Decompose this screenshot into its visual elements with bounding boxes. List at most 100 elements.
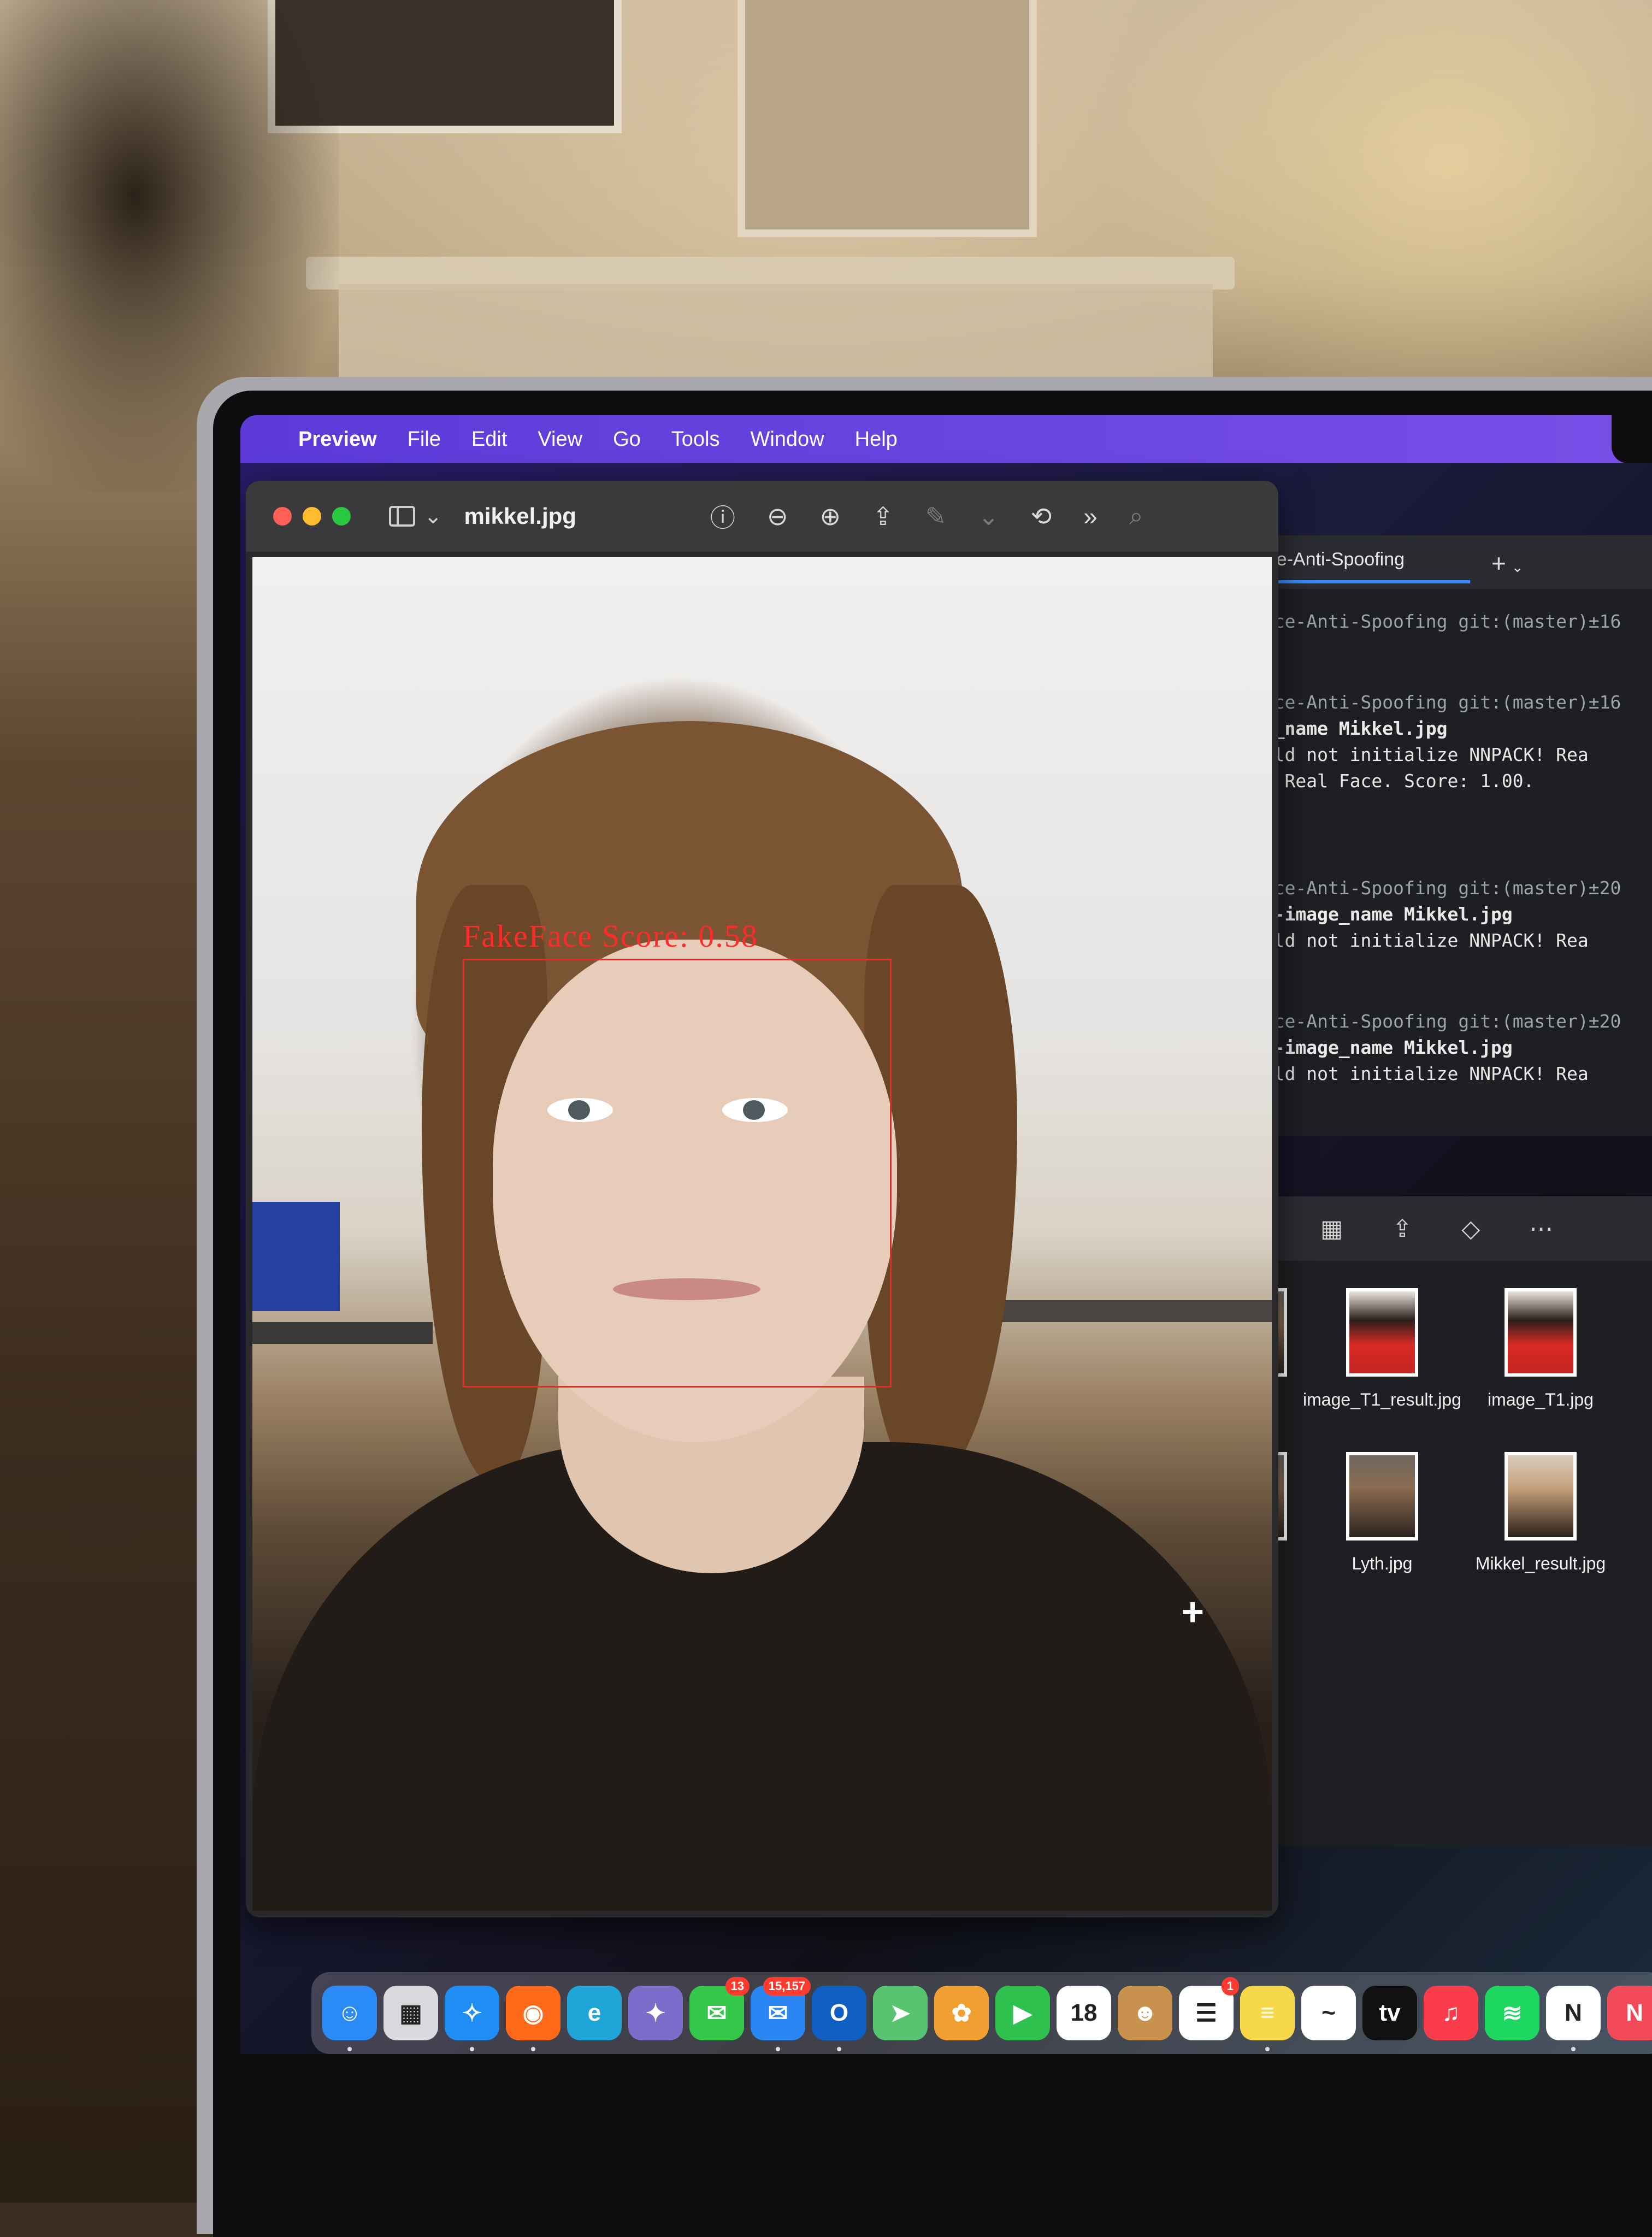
- zoom-button[interactable]: [332, 507, 351, 526]
- menu-view[interactable]: View: [538, 428, 582, 451]
- info-icon[interactable]: ⓘ: [710, 498, 735, 534]
- terminal-line: -Face-Anti-Spoofing git:(master)±20: [1241, 877, 1621, 899]
- dock-icon-edge[interactable]: e: [567, 1986, 622, 2040]
- detection-label: FakeFace Score: 0.58: [463, 918, 758, 954]
- dock-icon-messages[interactable]: ✉ 13: [689, 1977, 750, 2040]
- terminal-tab-bar: Face-Anti-Spoofing + ⌄: [1235, 535, 1652, 589]
- dock-glyph: ≡: [1260, 1999, 1275, 2026]
- preview-image[interactable]: FakeFace Score: 0.58 +: [252, 557, 1272, 1911]
- bookcase: [738, 0, 1037, 237]
- terminal-line: y --image_name Mikkel.jpg: [1241, 1037, 1513, 1058]
- dock-glyph: ▶: [1013, 1999, 1032, 2027]
- terminal-line: 5 s: [1241, 794, 1652, 821]
- terminal-line: -Face-Anti-Spoofing git:(master)±20: [1241, 1011, 1621, 1032]
- dock-icon-calendar[interactable]: 18: [1057, 1986, 1111, 2040]
- dock-icon-instruments[interactable]: ✦: [628, 1986, 683, 2040]
- preview-window[interactable]: ⌄ mikkel.jpg ⓘ ⊖ ⊕ ⇪ ✎ ⌄ ⟲ » ⌕ FakeFace …: [246, 481, 1278, 1917]
- dock-glyph: ≋: [1502, 1999, 1523, 2027]
- toy-truck: [252, 1202, 340, 1311]
- share-icon[interactable]: ⇪: [872, 501, 894, 531]
- dock-icon-maps[interactable]: ➤: [873, 1986, 928, 2040]
- markup-pen-icon[interactable]: ✎: [925, 501, 947, 531]
- dock-icon-apple-tv[interactable]: tv: [1362, 1986, 1417, 2040]
- rotate-icon[interactable]: ⟲: [1031, 501, 1052, 531]
- notification-badge: 1: [1221, 1977, 1239, 1996]
- dock-icon-mail[interactable]: ✉ 15,157: [751, 1977, 811, 2051]
- terminal-tab[interactable]: Face-Anti-Spoofing: [1246, 541, 1471, 583]
- dock-icon-notes[interactable]: ≡: [1240, 1986, 1295, 2051]
- terminal-window[interactable]: Face-Anti-Spoofing + ⌄ -Face-Anti-Spoofin…: [1235, 535, 1652, 1136]
- dock-icon-freeform[interactable]: ~: [1301, 1986, 1356, 2040]
- shelf-left: [252, 1322, 433, 1344]
- terminal-line: Could not initialize NNPACK! Rea: [1241, 1063, 1589, 1084]
- dock-icon-photos[interactable]: ✿: [934, 1986, 989, 2040]
- menu-window[interactable]: Window: [750, 428, 824, 451]
- search-icon[interactable]: ⌕: [1129, 501, 1143, 532]
- finder-toolbar: ⊞ ▦ ⇪ ◇ ⋯: [1235, 1196, 1652, 1261]
- terminal-line: y --image_name Mikkel.jpg: [1241, 904, 1513, 925]
- shelf-right: [990, 1300, 1272, 1322]
- preview-toolbar: ⌄ mikkel.jpg ⓘ ⊖ ⊕ ⇪ ✎ ⌄ ⟲ » ⌕: [246, 481, 1278, 552]
- dock-icon-notion[interactable]: N: [1546, 1986, 1601, 2051]
- window-controls: [273, 507, 351, 526]
- dock-icon-launchpad[interactable]: ▦: [384, 1986, 438, 2040]
- dock-icon-outlook[interactable]: O: [812, 1986, 866, 2051]
- sidebar-toggle-button[interactable]: ⌄: [389, 504, 442, 529]
- dock: ☺ ▦ ✧ ◉ e ✦ ✉ 13 ✉ 15,157 O ➤ ✿ ▶ 18 ☻ ☰ 1 ≡ ~ tv ♫ ≋ N N: [311, 1972, 1652, 2054]
- minimize-button[interactable]: [303, 507, 321, 526]
- dock-glyph: N: [1626, 1999, 1643, 2026]
- running-indicator: [837, 2047, 841, 2051]
- group-icon[interactable]: ▦: [1320, 1215, 1343, 1243]
- menu-app-name[interactable]: Preview: [298, 428, 377, 451]
- running-indicator: [1265, 2047, 1270, 2051]
- dock-glyph: ✉: [768, 1999, 788, 2027]
- dock-icon-safari[interactable]: ✧: [445, 1986, 499, 2051]
- running-indicator: [470, 2047, 474, 2051]
- dock-icon-facetime[interactable]: ▶: [995, 1986, 1050, 2040]
- dock-glyph: ✉: [706, 1999, 727, 2027]
- more-icon[interactable]: »: [1083, 501, 1098, 531]
- new-tab-button[interactable]: + ⌄: [1491, 548, 1524, 578]
- menu-go[interactable]: Go: [613, 428, 641, 451]
- close-button[interactable]: [273, 507, 292, 526]
- file-name: image_T1_result.jpg: [1303, 1390, 1461, 1409]
- finder-file-item[interactable]: image_T1.jpg: [1459, 1288, 1622, 1410]
- chevron-down-icon[interactable]: ⌄: [1512, 559, 1524, 575]
- dock-icon-firefox[interactable]: ◉: [506, 1986, 560, 2051]
- terminal-output[interactable]: -Face-Anti-Spoofing git:(master)±16 -Face…: [1235, 589, 1652, 1087]
- dock-glyph: ➤: [890, 1999, 911, 2027]
- dock-glyph: ☺: [337, 1999, 362, 2026]
- tag-icon[interactable]: ◇: [1461, 1215, 1480, 1243]
- share-icon[interactable]: ⇪: [1392, 1215, 1412, 1243]
- terminal-line: age_name Mikkel.jpg: [1241, 718, 1448, 739]
- finder-file-item[interactable]: image_T1_result.jpg: [1300, 1288, 1464, 1410]
- notification-badge: 15,157: [763, 1977, 811, 1996]
- dock-icon-news[interactable]: N: [1607, 1986, 1652, 2040]
- menu-help[interactable]: Help: [855, 428, 898, 451]
- finder-file-item[interactable]: Mikkel_result.jpg: [1459, 1452, 1622, 1574]
- dock-glyph: ✧: [462, 1999, 482, 2027]
- chevron-down-icon[interactable]: ⌄: [978, 501, 999, 531]
- dock-glyph: N: [1565, 1999, 1582, 2026]
- menu-edit[interactable]: Edit: [471, 428, 507, 451]
- dock-icon-spotify[interactable]: ≋: [1485, 1986, 1539, 2040]
- zoom-in-icon[interactable]: ⊕: [820, 501, 841, 531]
- finder-window[interactable]: ⊞ ▦ ⇪ ◇ ⋯ 2.jpgimage_T1_result.jpgimage_…: [1235, 1196, 1652, 1846]
- dock-glyph: ◉: [522, 1999, 544, 2027]
- finder-file-item[interactable]: Lyth.jpg: [1300, 1452, 1464, 1574]
- menu-file[interactable]: File: [408, 428, 441, 451]
- preview-tools: ⓘ ⊖ ⊕ ⇪ ✎ ⌄ ⟲ » ⌕: [710, 481, 1143, 552]
- dock-glyph: 18: [1070, 1999, 1098, 2026]
- dock-icon-contacts[interactable]: ☻: [1118, 1986, 1172, 2040]
- more-icon[interactable]: ⋯: [1529, 1215, 1553, 1243]
- dock-icon-music[interactable]: ♫: [1424, 1986, 1478, 2040]
- dock-glyph: tv: [1379, 1999, 1401, 2026]
- dock-icon-reminders[interactable]: ☰ 1: [1179, 1977, 1239, 2040]
- sidebar-icon: [389, 506, 415, 527]
- dock-icon-finder[interactable]: ☺: [322, 1986, 377, 2051]
- menu-tools[interactable]: Tools: [671, 428, 720, 451]
- running-indicator: [347, 2047, 352, 2051]
- file-thumbnail: [1504, 1452, 1577, 1540]
- zoom-out-icon[interactable]: ⊖: [767, 501, 788, 531]
